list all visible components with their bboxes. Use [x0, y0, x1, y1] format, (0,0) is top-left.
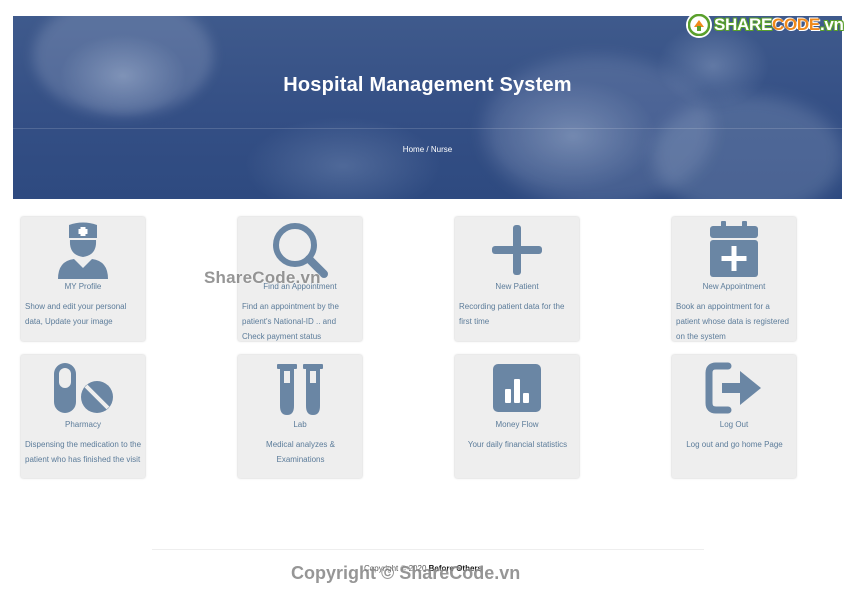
card-my-profile[interactable]: MY Profile Show and edit your personal d… [21, 217, 145, 341]
bar-chart-icon [493, 364, 541, 412]
breadcrumb-separator: / [426, 145, 429, 154]
logo-text-domain: .vn [819, 15, 844, 34]
card-description: Log out and go home Page [686, 440, 783, 449]
card-label: Lab [293, 420, 307, 429]
card-label: Find an Appointment [263, 282, 337, 291]
logo-text-share: SHARE [714, 15, 773, 34]
nurse-icon [58, 222, 108, 279]
card-label: Log Out [719, 420, 749, 429]
card-description: Find an appointment by the patient's Nat… [242, 302, 339, 341]
card-label: New Appointment [702, 282, 766, 291]
card-lab[interactable]: Lab Medical analyzes & Examinations [238, 355, 362, 478]
pills-icon [54, 363, 113, 413]
breadcrumb-current: Nurse [430, 145, 453, 154]
footer-divider [152, 549, 704, 550]
card-description: Medical analyzes & Examinations [266, 440, 335, 464]
logo-icon [686, 12, 712, 38]
calendar-plus-icon [710, 221, 758, 277]
card-label: MY Profile [64, 282, 102, 291]
card-log-out[interactable]: Log Out Log out and go home Page [672, 355, 796, 478]
breadcrumb: Home / Nurse [13, 145, 842, 154]
page-title: Hospital Management System [283, 74, 572, 96]
card-description: Book an appointment for a patient whose … [676, 302, 789, 341]
card-pharmacy[interactable]: Pharmacy Dispensing the medication to th… [21, 355, 145, 478]
search-icon [273, 223, 328, 278]
footer-copyright: Copyright © 2020 [364, 564, 427, 573]
card-label: New Patient [495, 282, 539, 291]
card-description: Show and edit your personal data, Update… [25, 302, 127, 326]
card-new-appointment[interactable]: New Appointment Book an appointment for … [672, 217, 796, 341]
plus-icon [492, 225, 542, 275]
test-tubes-icon [277, 364, 323, 415]
breadcrumb-home-link[interactable]: Home [403, 145, 424, 154]
card-label: Money Flow [495, 420, 539, 429]
footer: Copyright © 2020 Before Others [0, 564, 846, 573]
card-money-flow[interactable]: Money Flow Your daily financial statisti… [455, 355, 579, 478]
card-description: Your daily financial statistics [467, 440, 568, 449]
logo-text-code: CODE [772, 15, 820, 34]
card-new-patient[interactable]: New Patient Recording patient data for t… [455, 217, 579, 341]
sign-out-icon [705, 362, 761, 414]
card-find-appointment[interactable]: Find an Appointment Find an appointment … [238, 217, 362, 341]
sharecode-logo: SHARECODE.vn [686, 11, 844, 39]
card-description: Recording patient data for the first tim… [459, 302, 565, 326]
card-description: Dispensing the medication to the patient… [25, 440, 142, 464]
card-label: Pharmacy [64, 420, 101, 429]
footer-brand: Before Others [428, 564, 482, 573]
header-banner: Hospital Management System Home / Nurse [13, 16, 842, 199]
